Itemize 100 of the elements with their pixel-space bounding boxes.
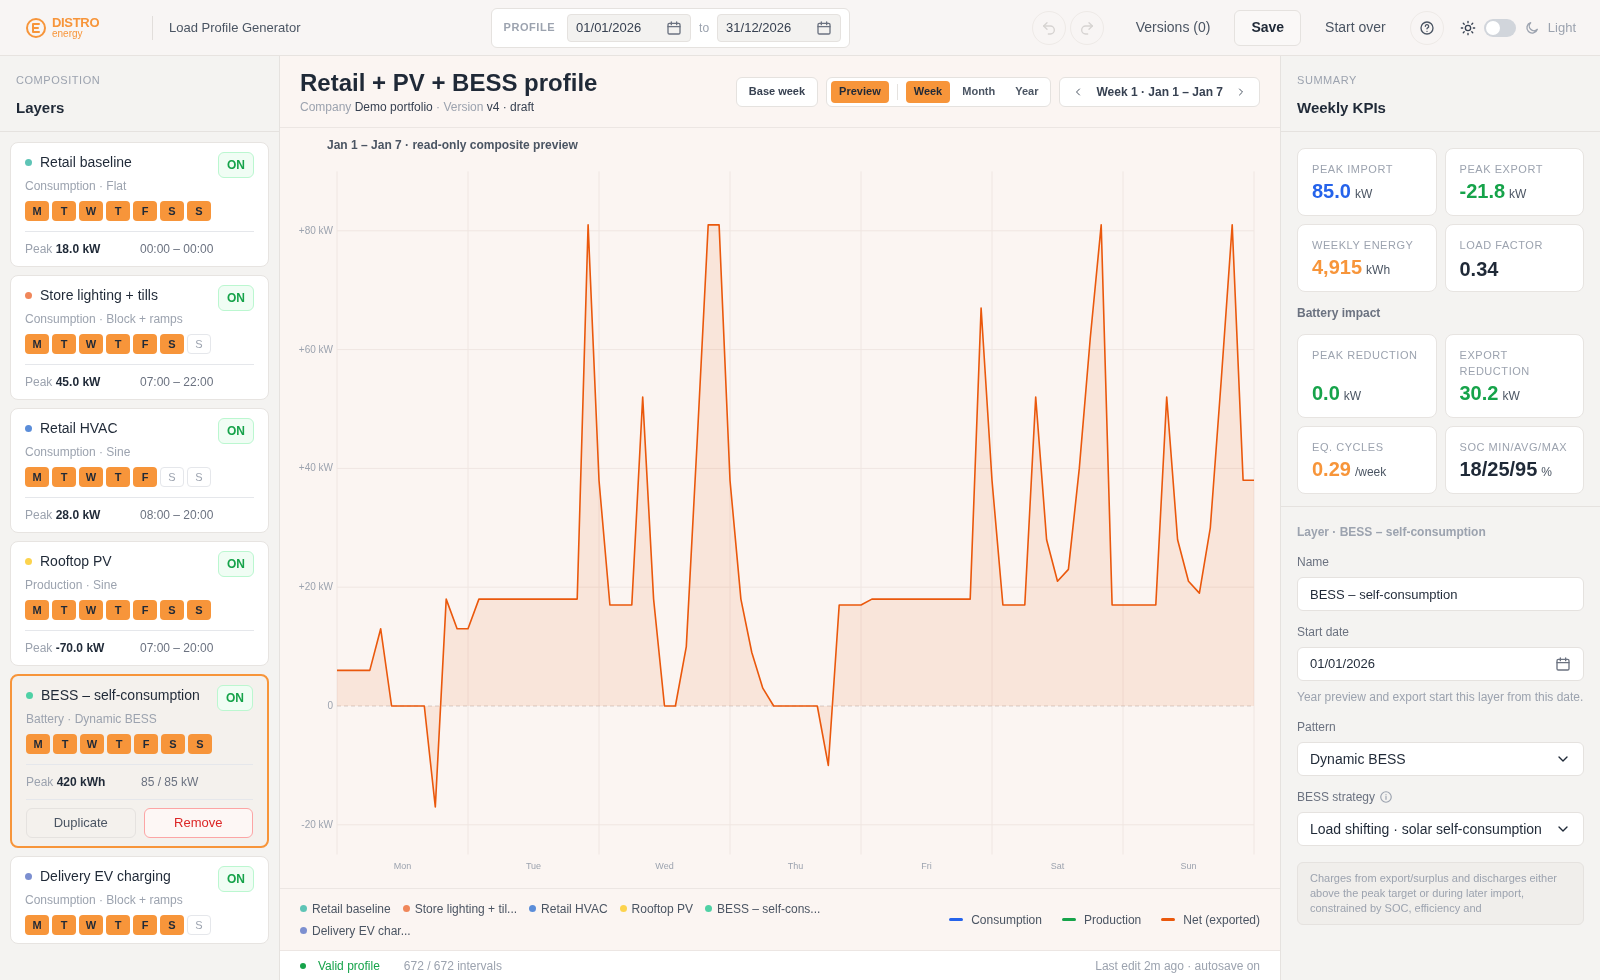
day-toggle[interactable]: W — [79, 600, 103, 620]
layer-card[interactable]: Rooftop PV Production · Sine ON M T W T F S S Peak -70.0 kW 07:00 – 20:00 — [10, 541, 269, 666]
layer-type: Consumption · Block + ramps — [25, 311, 183, 328]
day-toggle[interactable]: M — [25, 600, 49, 620]
day-toggle[interactable]: S — [161, 734, 185, 754]
day-toggle[interactable]: F — [133, 467, 157, 487]
day-toggle[interactable]: W — [79, 334, 103, 354]
kpi-unit: kW — [1502, 388, 1520, 405]
day-toggle[interactable]: T — [52, 600, 76, 620]
day-toggle[interactable]: M — [25, 915, 49, 935]
day-toggle[interactable]: F — [133, 600, 157, 620]
sun-icon — [1459, 19, 1476, 36]
legend-label: Retail HVAC — [541, 900, 608, 918]
versions-button[interactable]: Versions (0) — [1127, 17, 1219, 38]
calendar-icon[interactable] — [666, 19, 683, 36]
y-axis-label: -20 kW — [301, 818, 333, 830]
day-toggle[interactable]: T — [53, 734, 77, 754]
day-toggle[interactable]: W — [79, 467, 103, 487]
day-toggle[interactable]: W — [80, 734, 104, 754]
layer-card[interactable]: Retail baseline Consumption · Flat ON M T W T F S S Peak 18.0 kW 00:00 – 00:00 — [10, 142, 269, 267]
app-title: Load Profile Generator — [169, 18, 301, 37]
info-icon[interactable] — [1379, 790, 1394, 804]
legend-label: BESS – self-cons... — [716, 900, 821, 918]
kpi-label: PEAK REDUCTION — [1312, 348, 1419, 363]
start-date-field[interactable]: 01/01/2026 — [1297, 647, 1584, 681]
preview-toggle[interactable]: Preview — [831, 80, 889, 103]
x-axis-label: Tue — [525, 860, 542, 871]
day-toggle[interactable]: T — [52, 467, 76, 487]
day-toggle[interactable]: T — [52, 201, 76, 221]
calendar-icon[interactable] — [1555, 656, 1571, 672]
day-toggle[interactable]: M — [25, 201, 49, 221]
layer-name: BESS – self-consumption — [41, 686, 200, 705]
day-toggle[interactable]: T — [52, 334, 76, 354]
kpi-unit: /week — [1354, 464, 1387, 481]
day-toggle[interactable]: T — [106, 201, 130, 221]
pattern-select[interactable]: Dynamic BESS — [1297, 742, 1584, 776]
calendar-icon[interactable] — [816, 19, 833, 36]
layer-card[interactable]: Store lighting + tills Consumption · Block + ramps ON M T W T F S S Peak 45.0 kW 07:00 – 22:00 — [10, 275, 269, 400]
day-toggle[interactable]: T — [106, 467, 130, 487]
day-toggle[interactable]: S — [160, 600, 184, 620]
name-field[interactable]: BESS – self-consumption — [1297, 577, 1584, 611]
x-axis-label: Wed — [655, 860, 674, 871]
day-toggle[interactable]: F — [133, 201, 157, 221]
day-toggle[interactable]: S — [187, 600, 211, 620]
layer-card[interactable]: Retail HVAC Consumption · Sine ON M T W T F S S Peak 28.0 kW 08:00 – 20:00 — [10, 408, 269, 533]
strategy-select[interactable]: Load shifting · solar self-consumption — [1297, 812, 1584, 846]
day-toggle[interactable]: W — [79, 915, 103, 935]
remove-button[interactable]: Remove — [143, 808, 253, 838]
duplicate-button[interactable]: Duplicate — [26, 808, 136, 838]
field-label: BESS strategy — [1297, 789, 1376, 806]
day-toggle[interactable]: S — [160, 915, 184, 935]
date-field[interactable]: 01/01/2026 — [567, 13, 692, 42]
layer-detail: 08:00 – 20:00 — [140, 507, 214, 524]
day-toggle[interactable]: F — [133, 915, 157, 935]
base-week-button[interactable]: Base week — [735, 76, 819, 107]
day-toggle[interactable]: W — [79, 201, 103, 221]
kpi-label: EQ. CYCLES — [1312, 440, 1385, 455]
x-axis-label: Sun — [1180, 860, 1197, 871]
legend-label: Net (exported) — [1183, 911, 1260, 929]
view-tab[interactable]: Year — [1007, 80, 1047, 103]
theme-toggle[interactable] — [1483, 18, 1516, 37]
layer-detail: 07:00 – 20:00 — [140, 640, 214, 657]
layer-type: Consumption · Block + ramps — [25, 892, 183, 909]
day-toggle[interactable]: T — [106, 334, 130, 354]
day-toggle[interactable]: S — [160, 201, 184, 221]
save-button[interactable]: Save — [1234, 9, 1302, 46]
legend-label: Consumption — [971, 911, 1042, 929]
y-axis-label: 0 — [327, 700, 333, 711]
day-toggle[interactable]: F — [133, 334, 157, 354]
start-over-button[interactable]: Start over — [1317, 17, 1394, 38]
layer-card[interactable]: Delivery EV charging Consumption · Block + ramps ON M T W T F S S — [10, 856, 269, 944]
layer-name: Store lighting + tills — [40, 286, 158, 305]
layer-card[interactable]: BESS – self-consumption Battery · Dynamic BESS ON M T W T F S S Peak 420 kWh 85 / 85 kW Duplicate Remove — [10, 674, 269, 848]
day-toggle[interactable]: T — [106, 600, 130, 620]
day-toggle[interactable]: M — [25, 334, 49, 354]
kpi-label: PEAK IMPORT — [1312, 162, 1395, 177]
day-toggle[interactable]: M — [26, 734, 50, 754]
week-label: Week 1 · Jan 1 – Jan 7 — [1096, 83, 1223, 101]
moon-icon — [1523, 19, 1540, 36]
day-toggle[interactable]: F — [134, 734, 158, 754]
day-toggle[interactable]: S — [187, 201, 211, 221]
day-toggle[interactable]: M — [25, 467, 49, 487]
kpi-value: 0.29 — [1312, 459, 1351, 479]
kpi-value: 0.34 — [1459, 259, 1499, 279]
day-toggle[interactable]: T — [106, 915, 130, 935]
view-tab[interactable]: Week — [905, 80, 951, 103]
view-tab[interactable]: Month — [954, 80, 1004, 103]
layer-name: Delivery EV charging — [40, 867, 171, 886]
section-title: Weekly KPIs — [1297, 97, 1387, 118]
kpi-label: SOC MIN/AVG/MAX — [1459, 440, 1569, 455]
kpi-label: EXPORT REDUCTION — [1459, 348, 1531, 379]
day-toggle[interactable]: S — [188, 734, 212, 754]
date-field[interactable]: 31/12/2026 — [717, 13, 842, 42]
layer-detail: 85 / 85 kW — [141, 774, 199, 791]
layer-name: Rooftop PV — [40, 552, 112, 571]
day-toggle[interactable]: T — [52, 915, 76, 935]
day-toggle[interactable]: T — [107, 734, 131, 754]
logo-icon — [24, 15, 48, 40]
range-separator: to — [699, 19, 710, 37]
day-toggle[interactable]: S — [160, 334, 184, 354]
